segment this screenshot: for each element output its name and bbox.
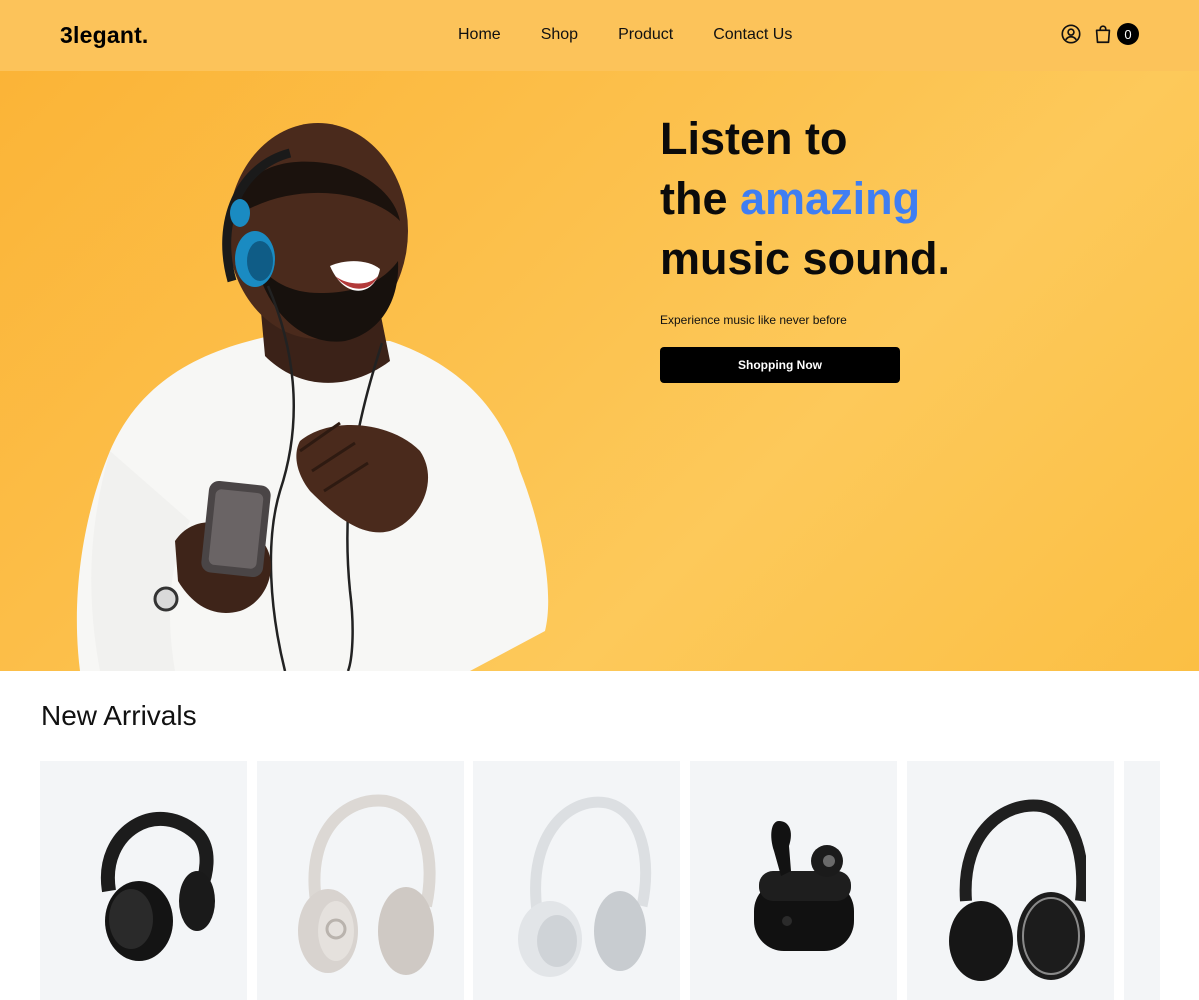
user-circle-icon[interactable] [1060,23,1082,45]
shopping-bag-icon[interactable] [1092,23,1114,45]
product-card[interactable] [40,761,247,1000]
logo[interactable]: 3legant. [60,22,149,49]
product-card[interactable] [473,761,680,1000]
hero-subtitle: Experience music like never before [660,313,847,327]
product-card[interactable] [907,761,1114,1000]
hero-title-line-1: Listen to [660,113,848,164]
nav-product[interactable]: Product [618,26,673,44]
product-card[interactable] [257,761,464,1000]
shopping-now-button[interactable]: Shopping Now [660,347,900,383]
hero-man-with-headphones-image [76,123,549,671]
main-nav: Home Shop Product Contact Us [458,26,792,44]
hero-text-block: Listen to the amazing music sound. Exper… [660,109,1120,383]
nav-shop[interactable]: Shop [541,26,578,44]
white-beats-headphones-image [297,794,436,975]
new-arrivals-carousel[interactable] [40,761,1160,1000]
nav-home[interactable]: Home [458,26,501,44]
black-earbuds-with-case-image [753,821,854,951]
light-gray-sony-headphones-image [517,796,651,977]
hero-title: Listen to the amazing music sound. [660,109,1120,289]
black-over-ear-headphones-image [100,811,215,961]
product-card[interactable] [690,761,897,1000]
hero-title-accent: amazing [740,173,921,224]
header-icons: 0 [1060,23,1139,45]
hero-title-line-3: music sound. [660,233,951,284]
site-header: 3legant. Home Shop Product Contact Us 0 [0,0,1199,71]
product-card[interactable] [1124,761,1160,1000]
black-akg-headphones-image [948,799,1086,981]
nav-contact-us[interactable]: Contact Us [713,26,792,44]
new-arrivals-title: New Arrivals [41,700,197,731]
cart-button[interactable]: 0 [1092,23,1139,45]
hero-banner: Listen to the amazing music sound. Exper… [0,71,1199,671]
cart-count-badge: 0 [1117,23,1139,45]
hero-title-line-2-prefix: the [660,173,741,224]
